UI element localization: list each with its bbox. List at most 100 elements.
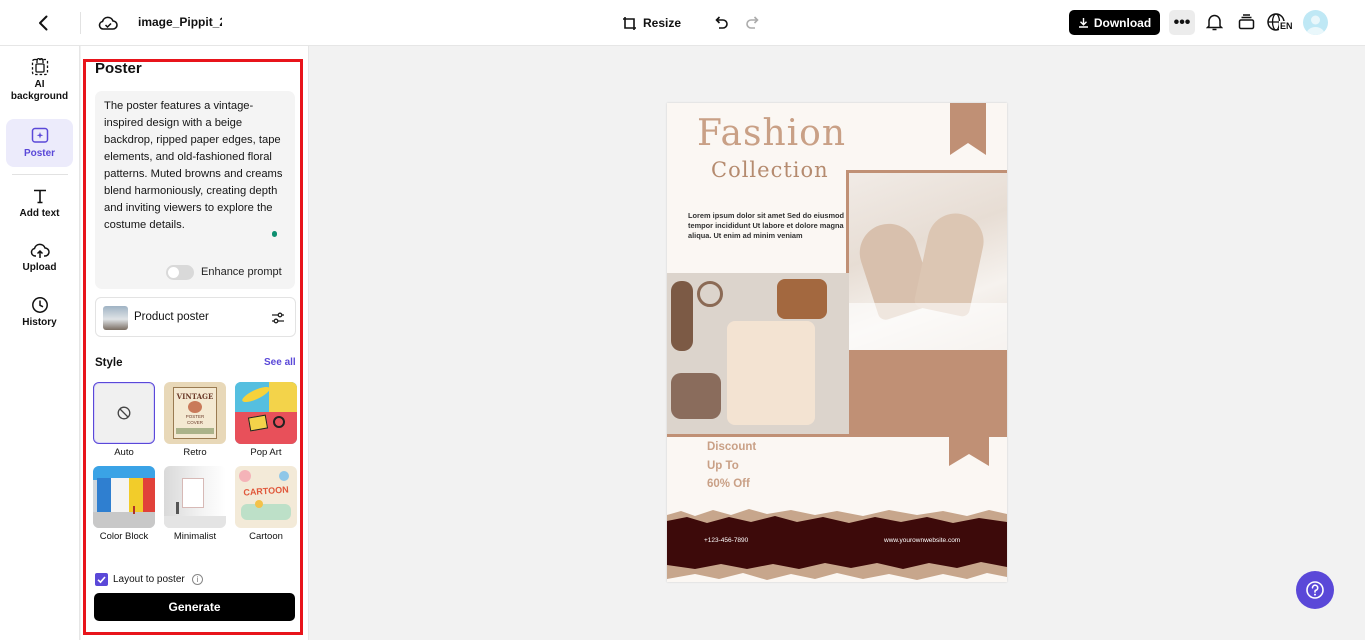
language-code: EN [1279, 21, 1294, 31]
style-thumb-minimalist [164, 466, 226, 528]
divider [80, 12, 81, 34]
poster-canvas[interactable]: Fashion Collection Lorem ipsum dolor sit… [667, 103, 1007, 582]
retro-thumb-text: POSTER [185, 414, 205, 419]
subscription-button[interactable] [1235, 11, 1257, 33]
style-card-retro[interactable]: VINTAGE POSTER COVER Retro [164, 382, 226, 458]
resize-label: Resize [643, 16, 682, 30]
help-button[interactable] [1296, 571, 1334, 609]
text-cursor-indicator [272, 231, 277, 237]
rail-label: Poster [23, 147, 56, 159]
layout-to-poster-checkbox[interactable] [95, 573, 108, 586]
discount-line: Up To [707, 459, 739, 472]
ai-background-icon [31, 58, 48, 76]
shoes-photo [846, 170, 1007, 353]
sliders-icon[interactable] [270, 310, 286, 326]
rail-item-history[interactable]: History [6, 296, 73, 332]
undo-button[interactable] [710, 11, 732, 33]
layout-to-poster-label: Layout to poster [113, 574, 185, 585]
more-button[interactable]: ••• [1169, 10, 1195, 35]
prompt-text[interactable]: The poster features a vintage-inspired d… [104, 98, 289, 234]
rail-item-poster[interactable]: Poster [6, 119, 73, 167]
style-thumb-retro: VINTAGE POSTER COVER [164, 382, 226, 444]
avatar[interactable] [1303, 10, 1328, 35]
style-thumb-cartoon: CARTOON [235, 466, 297, 528]
poster-website: www.yourownwebsite.com [884, 537, 961, 544]
question-icon [1306, 581, 1324, 599]
cloud-save-button[interactable] [96, 11, 120, 35]
rail-label: Add text [19, 208, 60, 219]
prompt-input[interactable]: The poster features a vintage-inspired d… [95, 91, 295, 289]
no-style-icon [117, 406, 131, 420]
rail-label: History [22, 317, 57, 328]
discount-line: 60% Off [707, 478, 750, 490]
resize-button[interactable]: Resize [622, 12, 681, 34]
poster-phone: +123-456-7890 [704, 537, 749, 544]
redo-icon [746, 16, 759, 29]
style-card-minimalist[interactable]: Minimalist [164, 466, 226, 542]
ribbon-decoration [950, 103, 986, 155]
poster-subtitle: Collection [711, 158, 829, 182]
poster-body-text: Lorem ipsum dolor sit amet Sed do eiusmo… [688, 211, 845, 240]
cloud-icon [98, 16, 118, 30]
style-name: Color Block [99, 531, 149, 542]
notifications-button[interactable] [1203, 11, 1225, 33]
user-avatar-icon [1306, 15, 1325, 35]
rail-item-upload[interactable]: Upload [6, 242, 73, 278]
retro-thumb-text: COVER [186, 420, 203, 425]
rail-item-add-text[interactable]: Add text [6, 188, 73, 224]
style-name: Pop Art [250, 447, 282, 458]
chevron-left-icon [39, 15, 48, 31]
file-name[interactable]: image_Pippit_20 [138, 15, 222, 29]
discount-text: Discount Up To 60% Off [707, 438, 756, 494]
style-name: Retro [183, 447, 207, 458]
poster-icon [31, 127, 48, 143]
poster-title: Fashion [697, 113, 847, 154]
rail-item-ai-background[interactable]: AI background [6, 58, 73, 108]
upload-icon [30, 243, 50, 258]
undo-icon [715, 16, 728, 29]
style-heading: Style [95, 357, 123, 369]
download-button[interactable]: Download [1069, 10, 1160, 35]
check-icon [97, 576, 106, 584]
style-thumb-auto [93, 382, 155, 444]
left-rail: AI background Poster Add text Upload His… [0, 46, 80, 640]
generate-button[interactable]: Generate [94, 593, 295, 621]
cartoon-thumb-text: CARTOON [243, 484, 289, 498]
style-thumb-pop-art [235, 382, 297, 444]
product-poster-selector[interactable]: Product poster [95, 297, 296, 337]
see-all-link[interactable]: See all [264, 357, 296, 368]
style-name: Minimalist [173, 531, 217, 542]
history-icon [31, 297, 48, 313]
stack-icon [1238, 14, 1254, 30]
torn-paper-band [667, 509, 1007, 580]
rail-label: Upload [22, 262, 57, 273]
redo-button[interactable] [742, 11, 764, 33]
back-button[interactable] [32, 11, 56, 35]
style-card-pop-art[interactable]: Pop Art [235, 382, 297, 458]
language-button[interactable]: EN [1266, 11, 1294, 35]
resize-icon [623, 16, 636, 30]
download-label: Download [1093, 15, 1152, 30]
ribbon-decoration [949, 436, 989, 466]
text-icon [33, 189, 46, 204]
style-name: Auto [114, 447, 134, 458]
enhance-prompt-toggle[interactable] [166, 265, 194, 280]
product-thumbnail [103, 306, 128, 330]
style-card-cartoon[interactable]: CARTOON Cartoon [235, 466, 297, 542]
bell-icon [1205, 14, 1223, 31]
retro-thumb-text: VINTAGE [176, 392, 214, 401]
top-bar: image_Pippit_20 Resize Download ••• EN [0, 0, 1365, 46]
style-card-auto[interactable]: Auto [93, 382, 155, 458]
divider [12, 174, 68, 175]
rail-label: AI background [10, 79, 69, 102]
download-icon [1078, 18, 1088, 28]
panel-title: Poster [95, 60, 142, 77]
style-thumb-color-block [93, 466, 155, 528]
style-name: Cartoon [249, 531, 283, 542]
product-poster-label: Product poster [134, 311, 209, 323]
enhance-prompt-label: Enhance prompt [201, 266, 282, 278]
style-card-color-block[interactable]: Color Block [93, 466, 155, 542]
tan-color-block [849, 350, 1007, 437]
info-icon[interactable]: i [192, 574, 203, 585]
accessories-photo [667, 273, 849, 437]
